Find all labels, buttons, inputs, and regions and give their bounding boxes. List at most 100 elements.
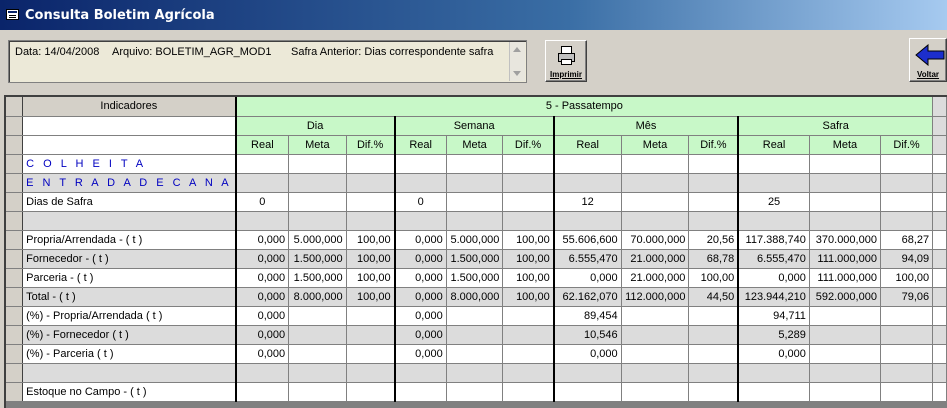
table-cell[interactable]: 1.500,000 — [288, 249, 347, 269]
table-cell[interactable]: 94,09 — [880, 249, 934, 269]
table-row[interactable]: Propria/Arrendada - ( t ) 0,000 5.000,000 1… — [6, 230, 947, 250]
row-header-cell[interactable] — [6, 268, 24, 288]
table-cell[interactable] — [688, 363, 740, 383]
table-cell[interactable] — [346, 382, 396, 402]
table-cell[interactable]: 112.000,000 — [621, 287, 690, 307]
table-cell[interactable]: 592.000,000 — [809, 287, 881, 307]
table-cell[interactable] — [346, 211, 396, 231]
table-cell[interactable]: 0,000 — [394, 249, 447, 269]
table-cell[interactable]: 0,000 — [394, 325, 447, 345]
table-cell[interactable] — [688, 306, 740, 326]
table-cell[interactable]: 89,454 — [553, 306, 622, 326]
table-cell[interactable] — [688, 325, 740, 345]
row-header-cell[interactable] — [6, 192, 24, 212]
table-cell[interactable]: 100,00 — [688, 268, 740, 288]
row-header-cell[interactable] — [6, 287, 24, 307]
table-cell[interactable]: 0,000 — [394, 306, 447, 326]
table-cell[interactable]: 0,000 — [235, 344, 290, 364]
table-cell[interactable]: 0,000 — [553, 268, 622, 288]
table-row[interactable] — [6, 363, 947, 383]
table-cell[interactable] — [394, 211, 447, 231]
table-cell[interactable]: 0,000 — [235, 268, 290, 288]
row-header-cell[interactable] — [6, 211, 24, 231]
table-row[interactable]: Estoque no Campo - ( t ) — [6, 382, 947, 402]
table-cell[interactable]: 6.555,470 — [738, 249, 810, 269]
table-cell[interactable] — [446, 344, 504, 364]
table-cell[interactable] — [394, 154, 447, 174]
table-cell[interactable] — [880, 325, 934, 345]
table-cell[interactable]: 0,000 — [394, 230, 447, 250]
table-cell[interactable] — [446, 173, 504, 193]
table-cell[interactable] — [621, 325, 690, 345]
table-cell[interactable] — [502, 363, 555, 383]
row-header-cell[interactable] — [6, 306, 24, 326]
table-cell[interactable] — [809, 192, 881, 212]
table-cell[interactable]: 5,289 — [738, 325, 810, 345]
table-cell[interactable] — [288, 173, 347, 193]
table-cell[interactable] — [738, 173, 810, 193]
table-cell[interactable] — [809, 173, 881, 193]
table-cell[interactable] — [235, 173, 290, 193]
table-cell[interactable]: 0,000 — [738, 344, 810, 364]
table-cell[interactable]: 0,000 — [235, 325, 290, 345]
table-cell[interactable] — [288, 154, 347, 174]
table-cell[interactable] — [621, 154, 690, 174]
table-cell[interactable]: 0,000 — [235, 287, 290, 307]
table-cell[interactable]: 1.500,000 — [288, 268, 347, 288]
table-cell[interactable] — [880, 211, 934, 231]
table-cell[interactable]: 100,00 — [346, 230, 396, 250]
table-cell[interactable]: 100,00 — [880, 268, 934, 288]
table-cell[interactable] — [446, 325, 504, 345]
table-cell[interactable]: 100,00 — [502, 287, 555, 307]
table-cell[interactable]: 0 — [394, 192, 447, 212]
table-cell[interactable] — [346, 325, 396, 345]
row-header-cell[interactable] — [6, 173, 24, 193]
table-cell[interactable]: 8.000,000 — [288, 287, 347, 307]
table-cell[interactable] — [446, 192, 504, 212]
row-header-cell[interactable] — [6, 325, 24, 345]
row-header-cell[interactable] — [6, 249, 24, 269]
row-header-cell[interactable] — [6, 344, 24, 364]
table-cell[interactable]: 62.162,070 — [553, 287, 622, 307]
table-cell[interactable]: 100,00 — [502, 249, 555, 269]
table-cell[interactable] — [809, 344, 881, 364]
table-cell[interactable]: 94,711 — [738, 306, 810, 326]
table-row[interactable]: Total - ( t ) 0,000 8.000,000 100,00 0,000 8.… — [6, 287, 947, 307]
table-cell[interactable] — [394, 173, 447, 193]
table-cell[interactable] — [288, 325, 347, 345]
table-cell[interactable] — [809, 306, 881, 326]
table-cell[interactable] — [235, 154, 290, 174]
table-cell[interactable] — [553, 363, 622, 383]
table-cell[interactable] — [688, 173, 740, 193]
table-cell[interactable] — [502, 173, 555, 193]
table-cell[interactable] — [809, 211, 881, 231]
table-cell[interactable]: 100,00 — [502, 268, 555, 288]
table-row[interactable] — [6, 211, 947, 231]
table-cell[interactable] — [288, 192, 347, 212]
table-cell[interactable] — [553, 382, 622, 402]
table-cell[interactable]: 8.000,000 — [446, 287, 504, 307]
table-row[interactable]: C O L H E I T A — [6, 154, 947, 174]
table-cell[interactable]: 44,50 — [688, 287, 740, 307]
table-cell[interactable] — [809, 363, 881, 383]
table-cell[interactable] — [502, 192, 555, 212]
table-cell[interactable]: 0,000 — [553, 344, 622, 364]
table-cell[interactable]: 25 — [738, 192, 810, 212]
table-cell[interactable] — [880, 173, 934, 193]
table-cell[interactable] — [288, 306, 347, 326]
table-cell[interactable]: 0,000 — [394, 344, 447, 364]
indicators-grid[interactable]: Indicadores 5 - Passatempo Dia Semana Mês Saf… — [4, 95, 947, 408]
table-cell[interactable]: 1.500,000 — [446, 268, 504, 288]
table-cell[interactable] — [502, 325, 555, 345]
table-cell[interactable]: 55.606,600 — [553, 230, 622, 250]
table-cell[interactable] — [235, 382, 290, 402]
table-cell[interactable]: 111.000,000 — [809, 249, 881, 269]
table-row[interactable]: Parceria - ( t ) 0,000 1.500,000 100,00 0,00… — [6, 268, 947, 288]
table-cell[interactable] — [394, 363, 447, 383]
table-cell[interactable]: 100,00 — [502, 230, 555, 250]
table-cell[interactable] — [809, 154, 881, 174]
table-cell[interactable] — [880, 306, 934, 326]
table-row[interactable]: (%) - Propria/Arrendada ( t ) 0,000 0,000 8… — [6, 306, 947, 326]
row-header-cell[interactable] — [6, 230, 24, 250]
row-header-cell[interactable] — [6, 154, 24, 174]
